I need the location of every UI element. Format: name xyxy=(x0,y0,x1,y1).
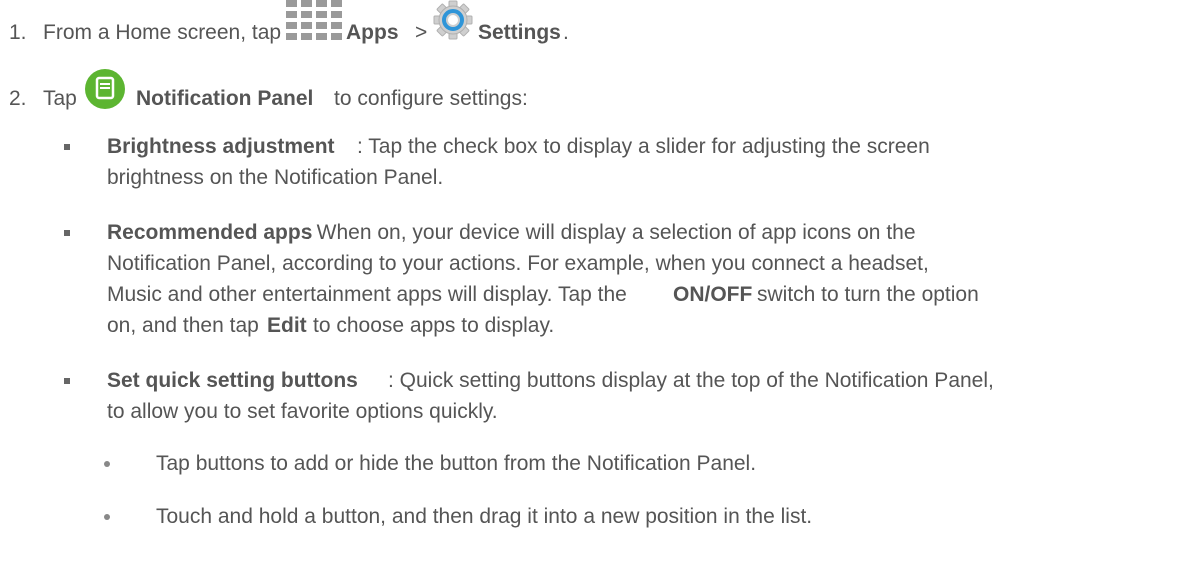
bullet-text: to choose apps to display. xyxy=(313,314,555,337)
bullet-text: to allow you to set favorite options qui… xyxy=(107,400,498,423)
bullet-marker xyxy=(104,514,110,520)
bullet-title: Set quick setting buttons xyxy=(107,369,358,392)
apps-label: Apps xyxy=(346,21,399,44)
bullet-text: : Quick setting buttons display at the t… xyxy=(388,369,994,392)
step-number: 2. xyxy=(9,87,27,110)
notification-panel-label: Notification Panel xyxy=(136,87,314,110)
bullet-marker xyxy=(64,230,70,236)
sub-bullet-text: Touch and hold a button, and then drag i… xyxy=(156,505,813,528)
onoff-label: ON/OFF xyxy=(673,283,753,306)
sub-bullet-text: Tap buttons to add or hide the button fr… xyxy=(156,452,757,475)
step-number: 1. xyxy=(9,21,27,44)
bullet-marker xyxy=(64,144,70,150)
bullet-marker xyxy=(64,378,70,384)
apps-grid-icon xyxy=(286,0,342,40)
bullet-marker xyxy=(104,461,110,467)
bullet-title: Brightness adjustment xyxy=(107,135,335,158)
step-text: Tap xyxy=(43,87,77,110)
bullet-title: Recommended apps xyxy=(107,221,313,244)
notification-panel-icon xyxy=(85,69,125,109)
bullet-text: Notification Panel, according to your ac… xyxy=(107,252,929,275)
separator: > xyxy=(415,21,428,44)
bullet-text: brightness on the Notification Panel. xyxy=(107,166,444,189)
step-end: . xyxy=(563,21,569,44)
settings-label: Settings xyxy=(478,21,561,44)
step-text: From a Home screen, tap xyxy=(43,21,282,44)
bullet-text: : Tap the check box to display a slider … xyxy=(357,135,930,158)
bullet-text: : When on, your device will display a se… xyxy=(305,221,916,244)
bullet-text: on, and then tap xyxy=(107,314,259,337)
bullet-text: switch to turn the option xyxy=(757,283,979,306)
edit-label: Edit xyxy=(267,314,307,337)
bullet-text: Music and other entertainment apps will … xyxy=(107,283,627,306)
step-text: to configure settings: xyxy=(334,87,528,110)
settings-gear-icon xyxy=(433,0,473,40)
